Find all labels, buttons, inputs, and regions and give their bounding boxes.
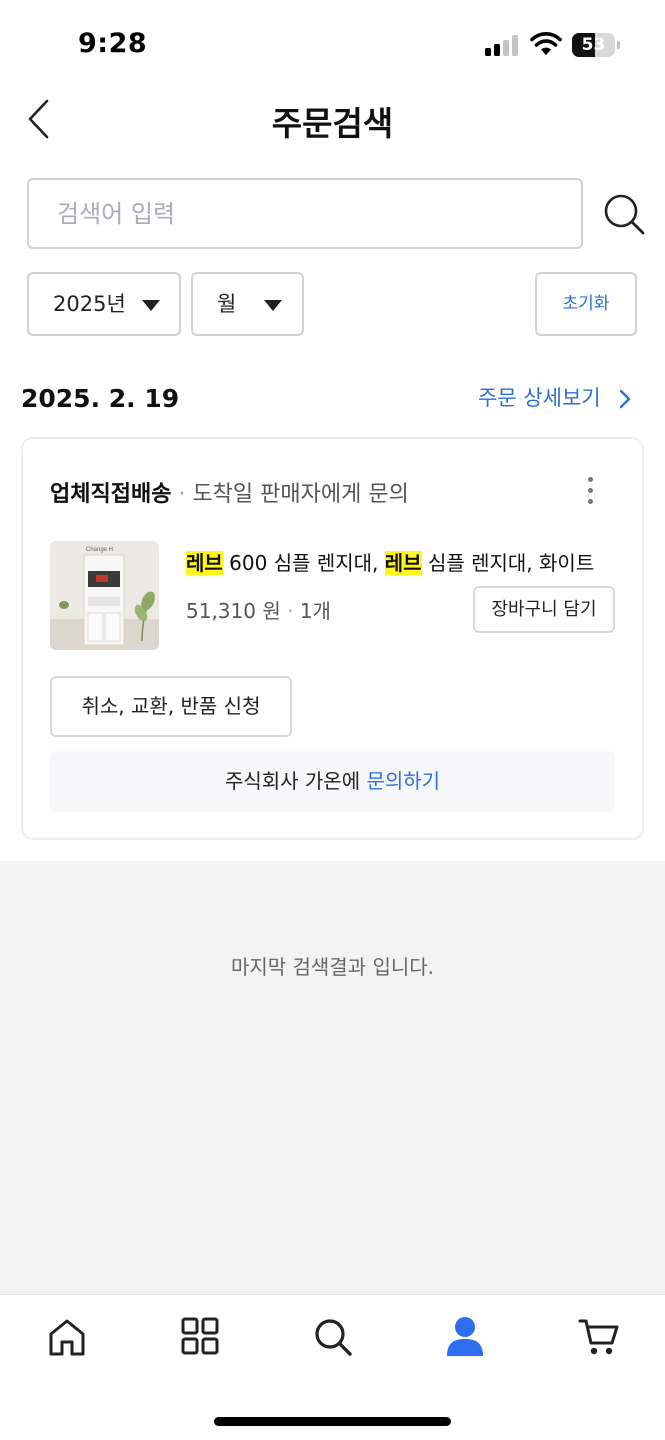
order-date: 2025. 2. 19 [21, 384, 180, 413]
person-icon[interactable] [443, 1314, 487, 1360]
page-title: 주문검색 [271, 104, 394, 143]
product-price: 51,310 원 [186, 599, 281, 623]
order-detail-link[interactable]: 주문 상세보기 [478, 382, 601, 412]
chevron-down-icon [142, 300, 160, 311]
price-separator: · [280, 599, 300, 623]
shipping-type: 업체직접배송 [50, 482, 172, 507]
battery-icon: 53 [572, 33, 620, 57]
product-name-text: 600 심플 렌지대, [222, 551, 385, 575]
cellular-signal-icon [485, 34, 519, 56]
shipping-separator: · [171, 482, 193, 507]
search-icon[interactable] [311, 1314, 355, 1360]
thumbnail-caption: Change H [86, 547, 113, 553]
reset-button[interactable]: 초기화 [535, 272, 637, 336]
product-thumbnail[interactable]: Change H [50, 541, 159, 650]
inquiry-link[interactable]: 문의하기 [366, 769, 440, 793]
product-name-highlight: 레브 [384, 551, 422, 575]
product-name[interactable]: 레브 600 심플 렌지대, 레브 심플 렌지대, 화이트 [186, 547, 594, 576]
end-of-results-message: 마지막 검색결과 입니다. [230, 955, 435, 979]
shipping-info: 도착일 판매자에게 문의 [192, 482, 409, 507]
status-time: 9:28 [78, 28, 148, 59]
month-select[interactable]: 월 [191, 272, 304, 336]
chevron-down-icon [264, 300, 282, 311]
search-input[interactable] [57, 180, 557, 247]
year-select-value: 2025년 [53, 292, 126, 316]
cart-icon[interactable] [577, 1314, 621, 1360]
product-image: Change H [50, 541, 159, 650]
product-name-text: 심플 렌지대, 화이트 [421, 551, 595, 575]
home-indicator [214, 1417, 451, 1426]
search-field[interactable] [27, 178, 583, 249]
chevron-right-icon[interactable] [617, 387, 633, 411]
price-row: 51,310 원 · 1개 [186, 595, 331, 624]
cancel-exchange-return-button[interactable]: 취소, 교환, 반품 신청 [50, 676, 292, 737]
month-select-value: 월 [217, 292, 237, 316]
grid-icon[interactable] [178, 1314, 222, 1360]
battery-percent: 53 [581, 35, 606, 55]
results-end-area [0, 861, 665, 1294]
inquiry-prefix: 주식회사 가온에 [224, 769, 367, 793]
more-options-icon[interactable] [582, 474, 600, 508]
product-quantity: 1개 [299, 599, 331, 623]
search-icon[interactable] [602, 191, 646, 237]
product-name-highlight: 레브 [186, 551, 223, 575]
wifi-icon [530, 32, 562, 55]
seller-inquiry-bar: 주식회사 가온에 문의하기 [50, 751, 615, 812]
add-to-cart-button[interactable]: 장바구니 담기 [473, 586, 615, 633]
year-select[interactable]: 2025년 [27, 272, 181, 336]
home-icon[interactable] [45, 1314, 89, 1360]
shipping-row: 업체직접배송 · 도착일 판매자에게 문의 [50, 476, 409, 508]
